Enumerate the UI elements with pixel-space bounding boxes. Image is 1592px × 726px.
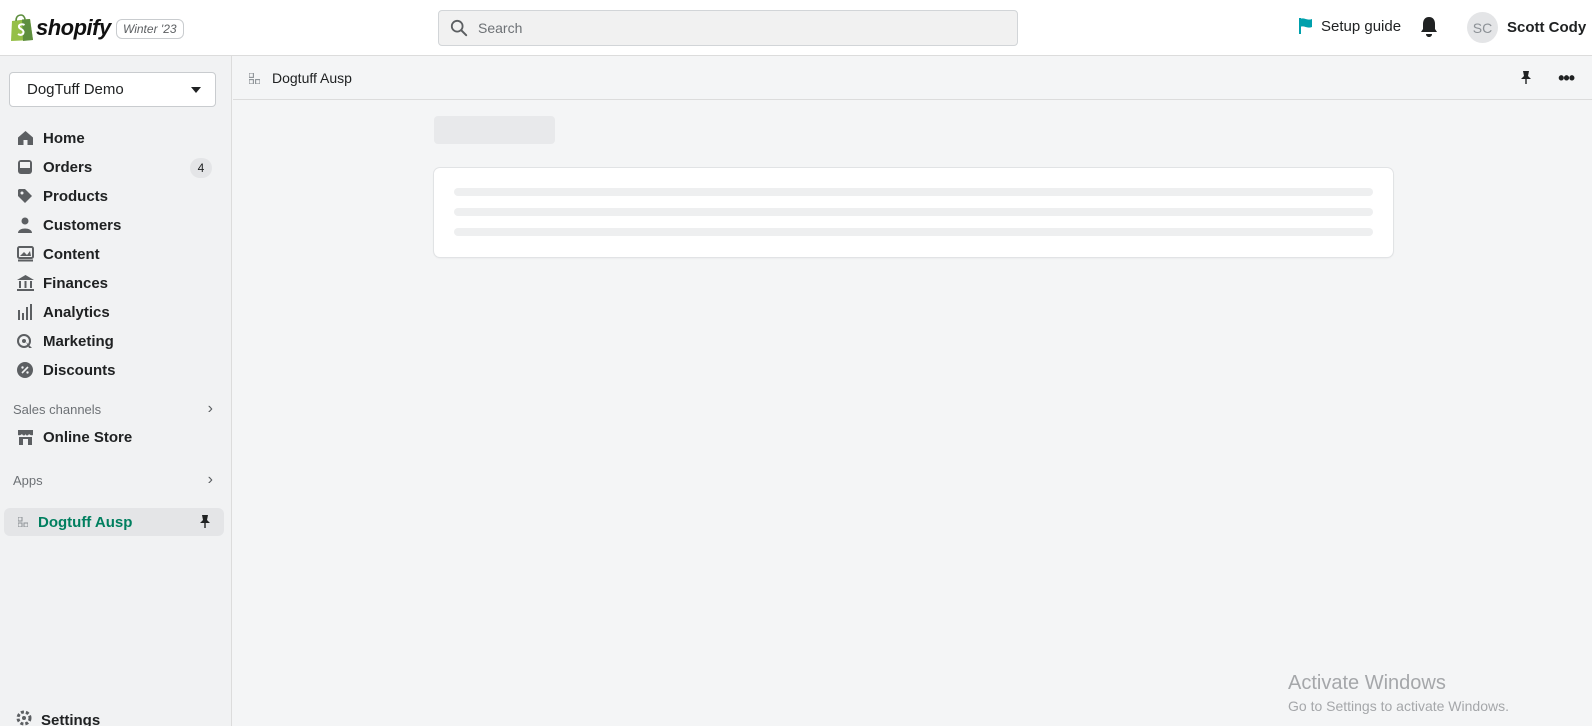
logo-wordmark: shopify xyxy=(36,15,111,40)
more-actions-icon[interactable]: ••• xyxy=(1558,68,1575,89)
sidebar-item-label: Orders xyxy=(43,158,93,176)
app-title: Dogtuff Ausp xyxy=(249,70,352,86)
chevron-right-icon: › xyxy=(207,471,213,488)
apps-header[interactable]: Apps › xyxy=(13,471,213,489)
bank-icon xyxy=(16,274,34,292)
sidebar-item-label: Products xyxy=(43,187,109,205)
apps-label: Apps xyxy=(13,472,43,488)
skeleton-line xyxy=(454,188,1373,196)
sidebar-item-label: Dogtuff Ausp xyxy=(38,513,133,531)
target-icon xyxy=(16,332,34,350)
sidebar-item-finances[interactable]: Finances xyxy=(0,269,224,297)
skeleton-title xyxy=(434,116,555,144)
sidebar-item-label: Content xyxy=(43,245,100,263)
app-title-text: Dogtuff Ausp xyxy=(272,70,352,86)
sidebar-item-discounts[interactable]: Discounts xyxy=(0,356,224,384)
chevron-right-icon: › xyxy=(207,400,213,417)
sales-channels-header[interactable]: Sales channels › xyxy=(13,400,213,418)
sidebar-item-marketing[interactable]: Marketing xyxy=(0,327,224,355)
flag-icon xyxy=(1299,18,1312,34)
sidebar-item-label: Discounts xyxy=(43,361,116,379)
sidebar-item-settings[interactable]: Settings xyxy=(16,710,100,726)
watermark-subtitle: Go to Settings to activate Windows. xyxy=(1288,698,1509,714)
sidebar-item-label: Customers xyxy=(43,216,122,234)
edition-badge: Winter '23 xyxy=(116,19,184,39)
top-bar: shopify Winter '23 Setup guide SC Scott … xyxy=(0,0,1592,56)
setup-guide-label: Setup guide xyxy=(1321,17,1402,35)
sidebar-item-label: Home xyxy=(43,129,85,147)
sidebar-item-label: Marketing xyxy=(43,332,114,350)
store-icon xyxy=(16,428,34,446)
shopify-logo[interactable]: shopify xyxy=(9,14,111,42)
store-name: DogTuff Demo xyxy=(27,81,124,98)
caret-down-icon xyxy=(191,86,201,93)
app-header: Dogtuff Ausp ••• xyxy=(233,57,1592,100)
home-icon xyxy=(16,129,34,147)
search-icon xyxy=(450,19,468,37)
content-icon xyxy=(16,245,34,263)
person-icon xyxy=(16,216,34,234)
sidebar-item-label: Analytics xyxy=(43,303,110,321)
sales-channels-label: Sales channels xyxy=(13,401,102,417)
orders-count-badge: 4 xyxy=(190,158,212,178)
shopify-bag-icon xyxy=(11,14,33,41)
sidebar-item-dogtuff-ausp[interactable]: Dogtuff Ausp xyxy=(4,508,224,536)
gear-icon xyxy=(16,710,32,726)
skeleton-card xyxy=(434,168,1393,257)
sidebar-item-label: Online Store xyxy=(43,428,133,446)
bar-chart-icon xyxy=(16,303,34,321)
notifications-button[interactable] xyxy=(1420,16,1438,43)
bell-icon xyxy=(1421,17,1437,37)
sidebar-item-orders[interactable]: Orders 4 xyxy=(0,153,224,181)
search-input[interactable] xyxy=(478,20,998,36)
app-grid-icon xyxy=(249,72,260,84)
sidebar-item-home[interactable]: Home xyxy=(0,124,224,152)
watermark-title: Activate Windows xyxy=(1288,672,1446,694)
user-menu[interactable]: SC Scott Cody xyxy=(1467,12,1586,43)
store-selector[interactable]: DogTuff Demo xyxy=(9,72,216,107)
sidebar-item-content[interactable]: Content xyxy=(0,240,224,268)
sidebar-item-analytics[interactable]: Analytics xyxy=(0,298,224,326)
app-grid-icon xyxy=(18,517,28,527)
avatar: SC xyxy=(1467,12,1498,43)
user-name: Scott Cody xyxy=(1507,19,1587,36)
windows-activation-watermark: Activate Windows Go to Settings to activ… xyxy=(1288,672,1509,714)
skeleton-line xyxy=(454,228,1373,236)
setup-guide-button[interactable]: Setup guide xyxy=(1298,17,1401,35)
orders-icon xyxy=(16,158,34,176)
skeleton-line xyxy=(454,208,1373,216)
sidebar-item-online-store[interactable]: Online Store xyxy=(0,423,224,451)
sidebar-item-customers[interactable]: Customers xyxy=(0,211,224,239)
sidebar-item-products[interactable]: Products xyxy=(0,182,224,210)
pin-icon[interactable] xyxy=(1520,70,1532,89)
pin-icon[interactable] xyxy=(199,514,211,533)
sidebar-item-label: Settings xyxy=(41,711,101,726)
discount-icon xyxy=(16,361,34,379)
sidebar-item-label: Finances xyxy=(43,274,109,292)
tag-icon xyxy=(16,187,34,205)
search-bar[interactable] xyxy=(438,10,1018,46)
sidebar: DogTuff Demo Home Orders 4 Products Cust… xyxy=(0,56,232,726)
